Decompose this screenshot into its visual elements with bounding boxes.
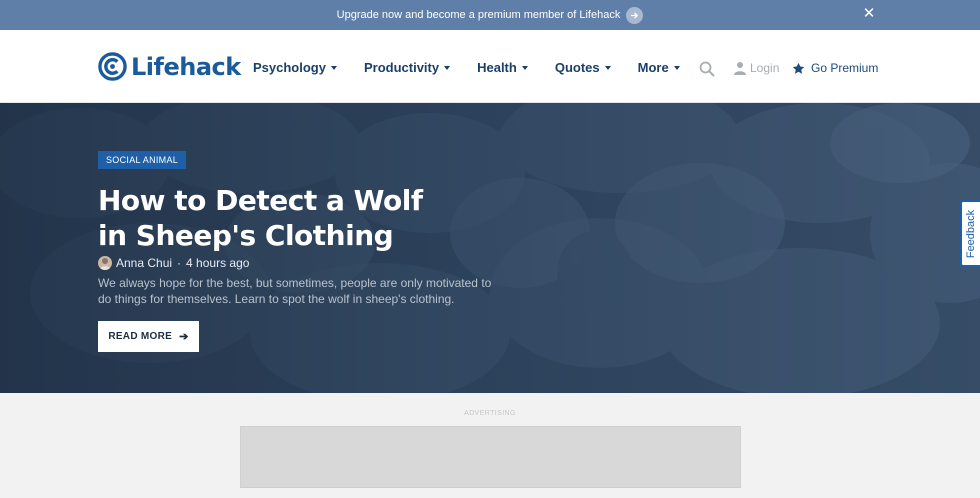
feedback-label: Feedback (965, 209, 977, 258)
login-label: Login (750, 61, 780, 75)
nav-item-psychology[interactable]: Psychology (253, 60, 337, 75)
logo-text: Lifehack (131, 52, 241, 81)
read-more-label: READ MORE (108, 331, 173, 342)
user-icon (734, 62, 746, 75)
arrow-right-icon: ➔ (179, 331, 189, 343)
arrow-right-icon[interactable] (626, 6, 644, 24)
search-icon[interactable] (699, 61, 715, 77)
caret-down-icon (673, 65, 680, 70)
ad-slot[interactable] (240, 426, 741, 488)
go-premium-label: Go Premium (811, 61, 879, 75)
hero-article: SOCIAL ANIMAL How to Detect a Wolf in Sh… (0, 103, 980, 393)
nav-label: Psychology (253, 60, 326, 75)
nav-item-productivity[interactable]: Productivity (363, 60, 451, 75)
login-link[interactable]: Login (733, 61, 779, 75)
caret-down-icon (604, 65, 611, 70)
nav-label: More (637, 60, 669, 75)
close-icon[interactable]: ✕ (862, 6, 876, 21)
lifehack-logo-icon (98, 52, 127, 81)
main-nav: Psychology Productivity Health Quotes Mo… (253, 60, 707, 75)
nav-item-health[interactable]: Health (477, 60, 528, 75)
nav-item-quotes[interactable]: Quotes (555, 60, 611, 75)
byline-separator: · (177, 256, 182, 270)
nav-item-more[interactable]: More (638, 60, 680, 75)
caret-down-icon (444, 65, 451, 70)
category-tag[interactable]: SOCIAL ANIMAL (98, 151, 187, 169)
caret-down-icon (330, 65, 337, 70)
publish-time: 4 hours ago (186, 256, 250, 270)
byline: Anna Chui · 4 hours ago (98, 256, 249, 270)
author-avatar (98, 256, 112, 270)
feedback-tab[interactable]: Feedback (960, 200, 980, 267)
caret-down-icon (521, 65, 528, 70)
nav-label: Health (477, 60, 517, 75)
author-name[interactable]: Anna Chui (116, 256, 172, 270)
ad-label: ADVERTISING (464, 410, 516, 417)
star-icon (792, 62, 805, 74)
promo-banner[interactable]: Upgrade now and become a premium member … (0, 0, 980, 30)
promo-text[interactable]: Upgrade now and become a premium member … (337, 9, 621, 21)
site-header: Lifehack Psychology Productivity Health … (0, 30, 980, 103)
go-premium-link[interactable]: Go Premium (792, 61, 878, 75)
nav-label: Productivity (363, 60, 440, 75)
nav-label: Quotes (554, 60, 600, 75)
read-more-button[interactable]: READ MORE ➔ (98, 321, 199, 352)
article-excerpt: We always hope for the best, but sometim… (98, 276, 492, 306)
article-title[interactable]: How to Detect a Wolf in Sheep's Clothing (98, 183, 458, 253)
logo[interactable]: Lifehack (98, 52, 241, 81)
